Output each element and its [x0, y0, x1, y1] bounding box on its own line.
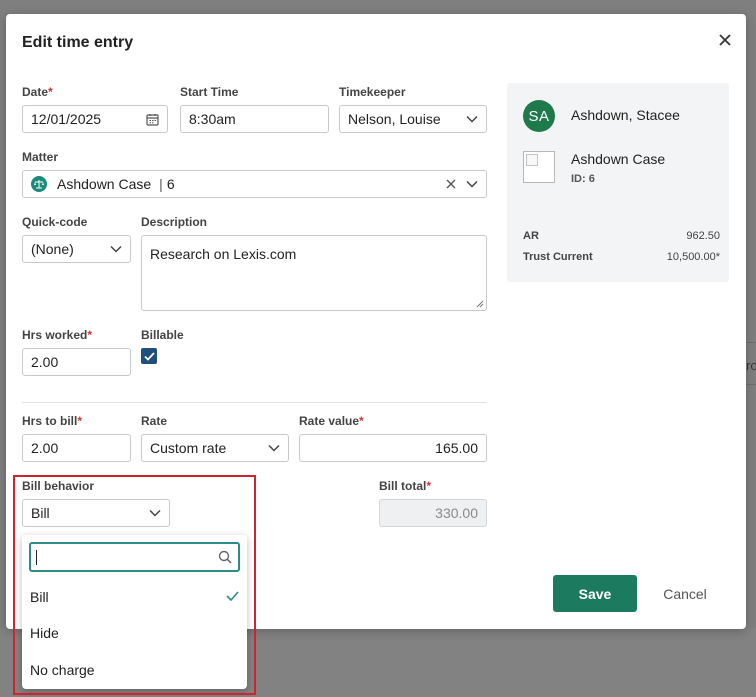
bill-behavior-dropdown: Bill Hide No charge [22, 535, 247, 689]
description-label: Description [141, 215, 208, 229]
chevron-down-icon [466, 113, 478, 125]
backdrop-text-fragment: ro [746, 358, 756, 373]
resize-handle-icon[interactable] [476, 300, 484, 308]
close-button[interactable] [715, 30, 735, 50]
dialog-title: Edit time entry [22, 34, 134, 51]
avatar: SA [523, 100, 555, 132]
chevron-down-icon [110, 243, 122, 255]
clear-icon[interactable] [446, 179, 456, 189]
bill-behavior-label: Bill behavior [22, 479, 95, 493]
matter-select[interactable]: Ashdown Case | 6 [22, 170, 487, 198]
matter-name: Ashdown Case [57, 176, 152, 192]
bill-total-field: 330.00 [379, 499, 487, 527]
bill-behavior-select[interactable]: Bill [22, 499, 170, 527]
bill-total-label: Bill total* [379, 479, 432, 493]
date-label: Date* [22, 85, 53, 99]
case-id: ID: 6 [571, 173, 595, 185]
matter-label: Matter [22, 150, 59, 164]
hrs-worked-field[interactable]: 2.00 [22, 348, 131, 376]
rate-label: Rate [141, 414, 168, 428]
ar-label: AR [523, 230, 539, 242]
hrs-worked-label: Hrs worked* [22, 328, 93, 342]
ar-value: 962.50 [686, 230, 720, 242]
client-name[interactable]: Ashdown, Stacee [571, 107, 680, 123]
timekeeper-select[interactable]: Nelson, Louise [339, 105, 487, 133]
quick-code-label: Quick-code [22, 215, 88, 229]
dropdown-option-hide[interactable]: Hide [22, 615, 247, 651]
chevron-down-icon [466, 178, 478, 190]
start-time-label: Start Time [180, 85, 239, 99]
trust-value: 10,500.00* [666, 251, 720, 263]
backdrop-divider [746, 342, 756, 343]
broken-image-icon [523, 151, 555, 183]
close-icon [719, 34, 731, 46]
matter-summary-panel: SA Ashdown, Stacee Ashdown Case ID: 6 AR… [507, 83, 729, 282]
rate-select[interactable]: Custom rate [141, 434, 289, 462]
save-button[interactable]: Save [553, 575, 637, 612]
section-divider [22, 402, 487, 403]
dropdown-option-no-charge[interactable]: No charge [22, 652, 247, 688]
search-icon [218, 550, 232, 564]
case-name[interactable]: Ashdown Case [571, 151, 665, 167]
backdrop-divider [746, 384, 756, 385]
start-time-field[interactable]: 8:30am [180, 105, 329, 133]
billable-checkbox[interactable] [141, 348, 157, 364]
dropdown-search-input[interactable] [29, 542, 240, 572]
calendar-icon[interactable] [146, 113, 159, 126]
hrs-to-bill-label: Hrs to bill* [22, 414, 83, 428]
date-field[interactable]: 12/01/2025 [22, 105, 168, 133]
rate-value-field[interactable]: 165.00 [299, 434, 487, 462]
matter-id: 6 [166, 176, 175, 192]
cancel-button[interactable]: Cancel [652, 575, 718, 612]
chevron-down-icon [149, 507, 161, 519]
timekeeper-label: Timekeeper [339, 85, 406, 99]
chevron-down-icon [268, 442, 280, 454]
check-icon [226, 591, 239, 601]
trust-label: Trust Current [523, 251, 593, 263]
scales-icon [31, 176, 47, 192]
checkmark-icon [143, 351, 155, 361]
dropdown-option-bill[interactable]: Bill [22, 579, 247, 615]
text-cursor [36, 550, 37, 565]
rate-value-label: Rate value* [299, 414, 364, 428]
description-textarea[interactable]: Research on Lexis.com [141, 235, 487, 311]
hrs-to-bill-field[interactable]: 2.00 [22, 434, 131, 462]
billable-label: Billable [141, 328, 184, 342]
quick-code-select[interactable]: (None) [22, 235, 131, 263]
